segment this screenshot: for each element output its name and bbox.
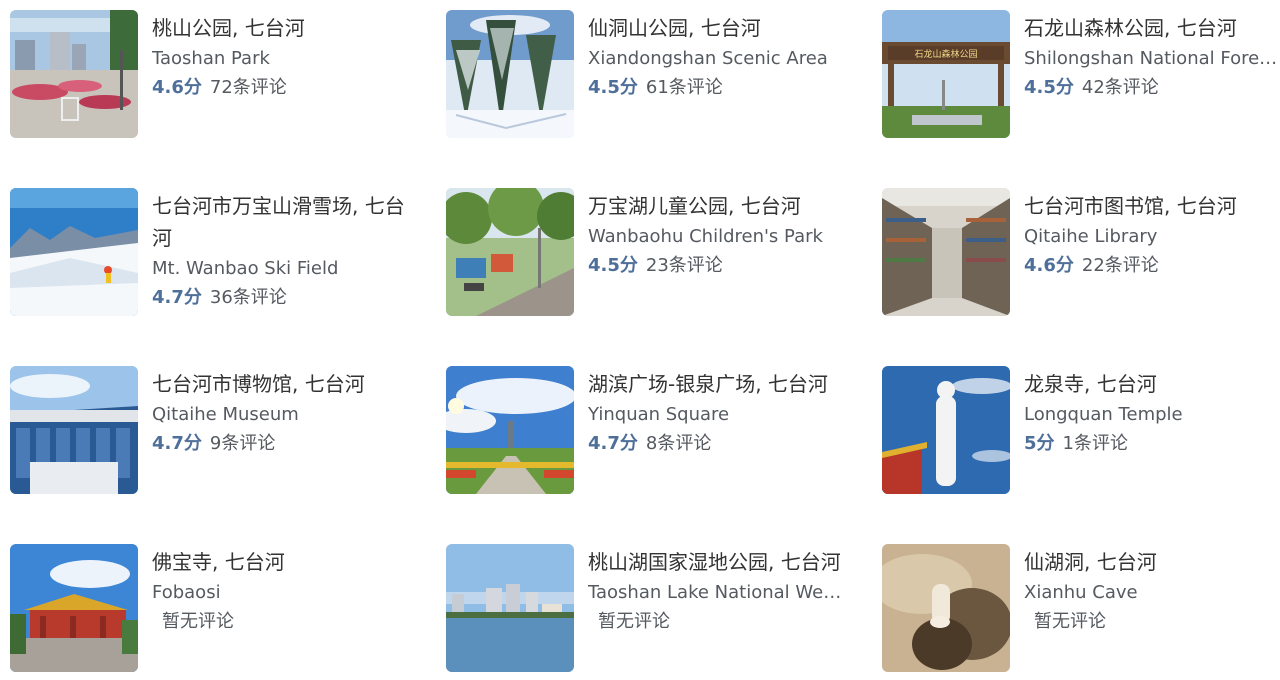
rating-row: 暂无评论 bbox=[1024, 607, 1280, 636]
review-count[interactable]: 1条评论 bbox=[1063, 433, 1128, 454]
rating-score: 4.7分 bbox=[588, 433, 638, 454]
review-count[interactable]: 72条评论 bbox=[210, 77, 287, 98]
attraction-english-name: Qitaihe Library bbox=[1024, 226, 1158, 247]
attraction-english-name: Yinquan Square bbox=[588, 404, 730, 425]
attraction-photo[interactable] bbox=[446, 366, 574, 494]
attraction-photo[interactable] bbox=[10, 544, 138, 672]
attraction-photo[interactable] bbox=[882, 544, 1010, 672]
rating-row: 5分 1条评论 bbox=[1024, 429, 1280, 458]
rating-score: 5分 bbox=[1024, 433, 1055, 454]
attraction-english-name: Wanbaohu Children's Park bbox=[588, 226, 823, 247]
attraction-photo[interactable] bbox=[882, 366, 1010, 494]
attraction-photo[interactable] bbox=[10, 10, 138, 138]
review-count[interactable]: 42条评论 bbox=[1082, 77, 1159, 98]
attraction-card-wanbao-ski-field[interactable]: 七台河市万宝山滑雪场, 七台河 Mt. Wanbao Ski Field 4.7… bbox=[10, 188, 410, 318]
rating-row: 4.5分 42条评论 bbox=[1024, 73, 1280, 102]
rating-row: 4.5分 23条评论 bbox=[588, 251, 846, 280]
attraction-title[interactable]: 佛宝寺, 七台河 bbox=[152, 546, 410, 578]
rating-row: 暂无评论 bbox=[152, 607, 410, 636]
attraction-photo[interactable] bbox=[10, 366, 138, 494]
rating-score: 4.6分 bbox=[1024, 255, 1074, 276]
no-reviews-label: 暂无评论 bbox=[598, 611, 670, 632]
attraction-title[interactable]: 湖滨广场-银泉广场, 七台河 bbox=[588, 368, 846, 400]
no-reviews-label: 暂无评论 bbox=[162, 611, 234, 632]
attraction-title[interactable]: 七台河市图书馆, 七台河 bbox=[1024, 190, 1280, 222]
rating-score: 4.5分 bbox=[1024, 77, 1074, 98]
attraction-english-name: Longquan Temple bbox=[1024, 404, 1183, 425]
attraction-card-wanbaohu-childrens-park[interactable]: 万宝湖儿童公园, 七台河 Wanbaohu Children's Park 4.… bbox=[446, 188, 846, 318]
attraction-title[interactable]: 七台河市博物馆, 七台河 bbox=[152, 368, 410, 400]
attraction-english-name: Shilongshan National Forest Park bbox=[1024, 48, 1280, 69]
attraction-card-fobaosi[interactable]: 佛宝寺, 七台河 Fobaosi 暂无评论 bbox=[10, 544, 410, 674]
review-count[interactable]: 22条评论 bbox=[1082, 255, 1159, 276]
rating-score: 4.7分 bbox=[152, 433, 202, 454]
attraction-photo[interactable]: 石龙山森林公园 bbox=[882, 10, 1010, 138]
attraction-card-xiandongshan[interactable]: 仙洞山公园, 七台河 Xiandongshan Scenic Area 4.5分… bbox=[446, 10, 846, 140]
no-reviews-label: 暂无评论 bbox=[1034, 611, 1106, 632]
attraction-english-name: Taoshan Lake National Wetland Park bbox=[588, 582, 846, 603]
rating-row: 4.6分 22条评论 bbox=[1024, 251, 1280, 280]
rating-score: 4.5分 bbox=[588, 255, 638, 276]
attraction-card-yinquan-square[interactable]: 湖滨广场-银泉广场, 七台河 Yinquan Square 4.7分 8条评论 bbox=[446, 366, 846, 496]
attraction-card-qitaihe-museum[interactable]: 七台河市博物馆, 七台河 Qitaihe Museum 4.7分 9条评论 bbox=[10, 366, 410, 496]
attraction-card-xianhu-cave[interactable]: 仙湖洞, 七台河 Xianhu Cave 暂无评论 bbox=[882, 544, 1280, 674]
attraction-photo[interactable] bbox=[10, 188, 138, 316]
rating-row: 暂无评论 bbox=[588, 607, 846, 636]
attraction-english-name: Xiandongshan Scenic Area bbox=[588, 48, 828, 69]
review-count[interactable]: 36条评论 bbox=[210, 287, 287, 308]
review-count[interactable]: 23条评论 bbox=[646, 255, 723, 276]
attractions-grid: 桃山公园, 七台河 Taoshan Park 4.6分 72条评论 仙洞山公园,… bbox=[0, 0, 1280, 680]
attraction-title[interactable]: 石龙山森林公园, 七台河 bbox=[1024, 12, 1280, 44]
attraction-title[interactable]: 仙洞山公园, 七台河 bbox=[588, 12, 846, 44]
rating-row: 4.7分 8条评论 bbox=[588, 429, 846, 458]
attraction-title[interactable]: 万宝湖儿童公园, 七台河 bbox=[588, 190, 846, 222]
attraction-card-shilongshan[interactable]: 石龙山森林公园 石龙山森林公园, 七台河 Shilongshan Nationa… bbox=[882, 10, 1280, 140]
attraction-title[interactable]: 桃山公园, 七台河 bbox=[152, 12, 410, 44]
review-count[interactable]: 61条评论 bbox=[646, 77, 723, 98]
rating-row: 4.6分 72条评论 bbox=[152, 73, 410, 102]
attraction-photo[interactable] bbox=[882, 188, 1010, 316]
rating-row: 4.5分 61条评论 bbox=[588, 73, 846, 102]
attraction-photo[interactable] bbox=[446, 544, 574, 672]
attraction-card-longquan-temple[interactable]: 龙泉寺, 七台河 Longquan Temple 5分 1条评论 bbox=[882, 366, 1280, 496]
rating-score: 4.5分 bbox=[588, 77, 638, 98]
rating-score: 4.6分 bbox=[152, 77, 202, 98]
attraction-english-name: Qitaihe Museum bbox=[152, 404, 299, 425]
attraction-photo[interactable] bbox=[446, 10, 574, 138]
rating-row: 4.7分 9条评论 bbox=[152, 429, 410, 458]
rating-row: 4.7分 36条评论 bbox=[152, 283, 410, 312]
attraction-title[interactable]: 龙泉寺, 七台河 bbox=[1024, 368, 1280, 400]
rating-score: 4.7分 bbox=[152, 287, 202, 308]
attraction-card-taoshan-lake-wetland[interactable]: 桃山湖国家湿地公园, 七台河 Taoshan Lake National Wet… bbox=[446, 544, 846, 674]
attraction-card-taoshan-park[interactable]: 桃山公园, 七台河 Taoshan Park 4.6分 72条评论 bbox=[10, 10, 410, 140]
attraction-card-qitaihe-library[interactable]: 七台河市图书馆, 七台河 Qitaihe Library 4.6分 22条评论 bbox=[882, 188, 1280, 318]
attraction-english-name: Xianhu Cave bbox=[1024, 582, 1138, 603]
attraction-english-name: Taoshan Park bbox=[152, 48, 270, 69]
gate-sign-text: 石龙山森林公园 bbox=[914, 48, 977, 60]
review-count[interactable]: 9条评论 bbox=[210, 433, 275, 454]
attraction-english-name: Fobaosi bbox=[152, 582, 221, 603]
attraction-title[interactable]: 桃山湖国家湿地公园, 七台河 bbox=[588, 546, 846, 578]
review-count[interactable]: 8条评论 bbox=[646, 433, 711, 454]
attraction-title[interactable]: 七台河市万宝山滑雪场, 七台河 bbox=[152, 190, 410, 254]
attraction-english-name: Mt. Wanbao Ski Field bbox=[152, 258, 339, 279]
attraction-photo[interactable] bbox=[446, 188, 574, 316]
attraction-title[interactable]: 仙湖洞, 七台河 bbox=[1024, 546, 1280, 578]
